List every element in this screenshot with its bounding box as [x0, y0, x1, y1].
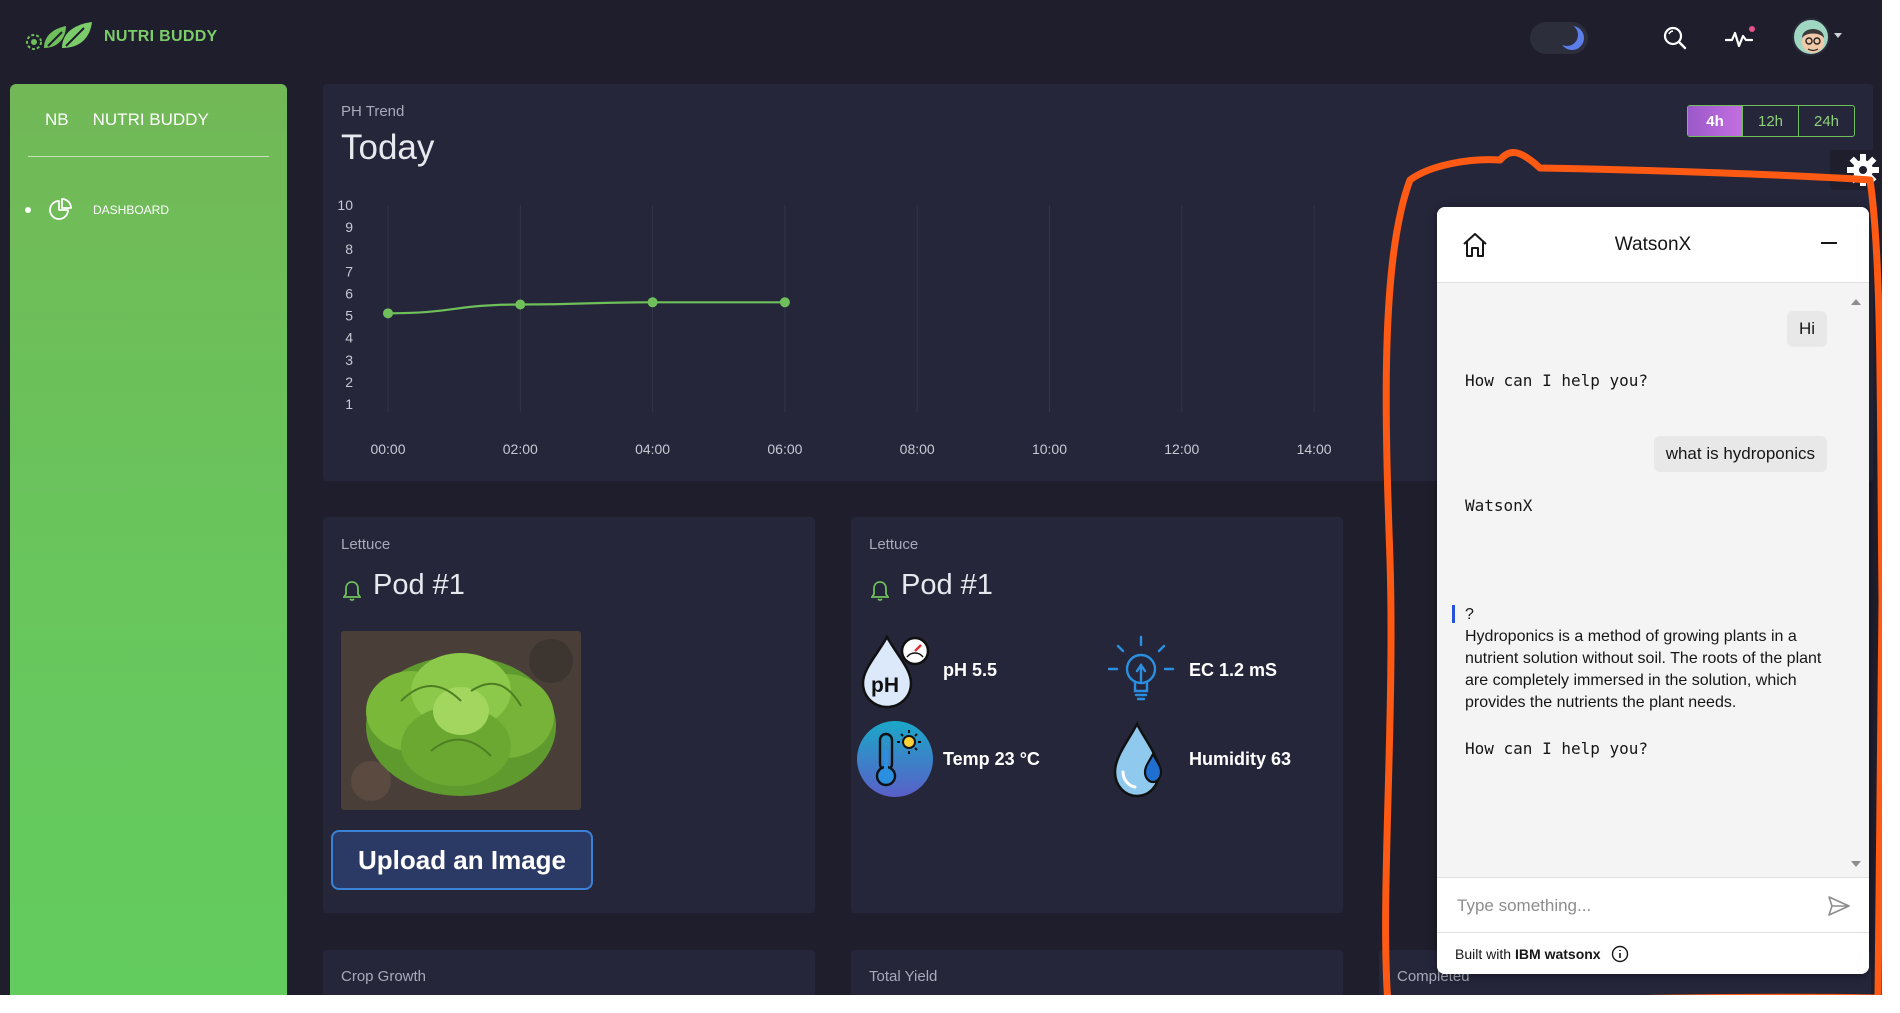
humidity-drop-icon	[1113, 721, 1163, 798]
bell-icon[interactable]	[343, 580, 361, 602]
chat-title: WatsonX	[1614, 234, 1692, 255]
sidebar-item-dashboard[interactable]: DASHBOARD	[10, 196, 287, 224]
moon-icon	[1556, 24, 1584, 50]
x-tick-label: 04:00	[635, 441, 670, 457]
activity-icon	[1724, 26, 1755, 48]
gear-icon	[1847, 154, 1879, 186]
metric-ec: EC 1.2 mS	[1103, 631, 1277, 709]
x-tick-label: 00:00	[370, 441, 405, 457]
pod-metrics-card: Lettuce Pod #1 pH pH 5.5 EC 1.2 mS Temp …	[851, 517, 1343, 913]
y-tick-label: 6	[345, 285, 353, 301]
chat-input-bar	[1437, 877, 1869, 933]
y-tick-label: 10	[337, 197, 353, 213]
bot-message: Hydroponics is a method of growing plant…	[1465, 628, 1822, 711]
ph-data-point	[515, 299, 526, 310]
y-tick-label: 7	[345, 263, 353, 279]
sidebar-abbr: NB	[45, 110, 69, 129]
scroll-down-arrow[interactable]	[1851, 861, 1861, 867]
chat-header: WatsonX	[1437, 207, 1869, 283]
ph-drop-icon: pH	[861, 634, 930, 709]
sidebar-item-label: DASHBOARD	[93, 203, 170, 217]
pod-image-card: Lettuce Pod #1 Upload an Image	[323, 517, 815, 913]
ph-series-line	[387, 301, 785, 315]
y-tick-label: 5	[345, 308, 353, 324]
svg-text:pH: pH	[871, 674, 899, 697]
x-tick-label: 14:00	[1297, 441, 1332, 457]
metric-humidity-label: Humidity 63	[1189, 748, 1292, 769]
pod-kicker: Lettuce	[869, 536, 919, 553]
bot-message: WatsonX	[1465, 496, 1533, 515]
bot-message: How can I help you?	[1465, 739, 1649, 758]
active-dot	[25, 207, 31, 213]
logo-icon	[26, 22, 92, 50]
theme-toggle[interactable]	[1530, 22, 1588, 54]
avatar[interactable]	[1792, 18, 1830, 56]
brand-name: NUTRI BUDDY	[104, 28, 218, 45]
bulb-icon	[1107, 635, 1175, 701]
x-tick-label: 06:00	[767, 441, 802, 457]
chat-input[interactable]	[1457, 892, 1797, 920]
search-button[interactable]	[1659, 22, 1691, 54]
y-tick-label: 1	[345, 396, 353, 412]
settings-button[interactable]	[1830, 150, 1882, 190]
search-icon	[1663, 26, 1687, 50]
sidebar-header[interactable]: NB NUTRI BUDDY	[10, 110, 287, 130]
metric-temp: Temp 23 °C	[857, 720, 1040, 798]
bell-icon[interactable]	[871, 580, 889, 602]
crop-growth-kicker: Crop Growth	[341, 968, 427, 985]
x-tick-label: 08:00	[900, 441, 935, 457]
sidebar-divider	[28, 156, 269, 157]
activity-button[interactable]	[1724, 22, 1756, 54]
y-tick-label: 8	[345, 241, 353, 257]
bot-message: ?	[1465, 606, 1474, 623]
footer-prefix: Built with	[1455, 945, 1512, 962]
pod-kicker: Lettuce	[341, 536, 391, 553]
pod-title: Pod #1	[373, 569, 465, 601]
bot-message: How can I help you?	[1465, 371, 1649, 390]
metric-ph-label: pH 5.5	[943, 659, 998, 680]
sidebar: NB NUTRI BUDDY DASHBOARD	[10, 84, 287, 995]
chevron-down-icon[interactable]	[1834, 33, 1842, 38]
x-tick-label: 12:00	[1164, 441, 1199, 457]
upload-image-button[interactable]: Upload an Image	[331, 830, 593, 890]
brand[interactable]: NUTRI BUDDY	[22, 20, 218, 54]
crop-growth-card: Crop Growth	[323, 950, 815, 995]
send-icon[interactable]	[1827, 894, 1851, 918]
top-bar: NUTRI BUDDY	[0, 0, 1882, 76]
ph-data-point	[383, 308, 393, 319]
x-tick-label: 02:00	[503, 441, 538, 457]
app-window: NUTRI BUDDY NB NUTRI BUDDY DASHBOARD PH …	[0, 0, 1882, 995]
scroll-up-arrow[interactable]	[1851, 299, 1861, 305]
chat-messages[interactable]: Hi How can I help you? what is hydroponi…	[1437, 283, 1869, 883]
sidebar-title: NUTRI BUDDY	[92, 110, 209, 129]
metric-ph: pH pH 5.5	[857, 631, 997, 709]
watsonx-chat-panel: WatsonX Hi How can I help you? what is h…	[1437, 207, 1869, 974]
lettuce-photo	[341, 631, 581, 810]
thermometer-icon	[857, 721, 933, 797]
x-tick-label: 10:00	[1032, 441, 1067, 457]
response-marker	[1452, 605, 1455, 623]
metric-humidity: Humidity 63	[1103, 720, 1291, 798]
metric-temp-label: Temp 23 °C	[943, 748, 1040, 769]
y-tick-label: 2	[345, 374, 353, 390]
user-message: Hi	[1786, 311, 1827, 347]
y-tick-label: 9	[345, 219, 353, 235]
minimize-icon[interactable]	[1821, 242, 1837, 244]
info-icon[interactable]	[1611, 945, 1629, 963]
y-tick-label: 4	[345, 330, 353, 346]
chat-footer: Built with IBM watsonx	[1437, 933, 1869, 974]
user-message: what is hydroponics	[1653, 436, 1827, 472]
y-tick-label: 3	[345, 352, 353, 368]
pod-title: Pod #1	[901, 569, 993, 601]
ph-data-point	[779, 297, 790, 308]
metric-ec-label: EC 1.2 mS	[1189, 659, 1278, 680]
pie-chart-icon	[49, 198, 72, 220]
total-yield-card: Total Yield	[851, 950, 1343, 995]
footer-brand: IBM watsonx	[1515, 945, 1601, 962]
ph-data-point	[647, 297, 658, 308]
total-yield-kicker: Total Yield	[869, 968, 938, 985]
